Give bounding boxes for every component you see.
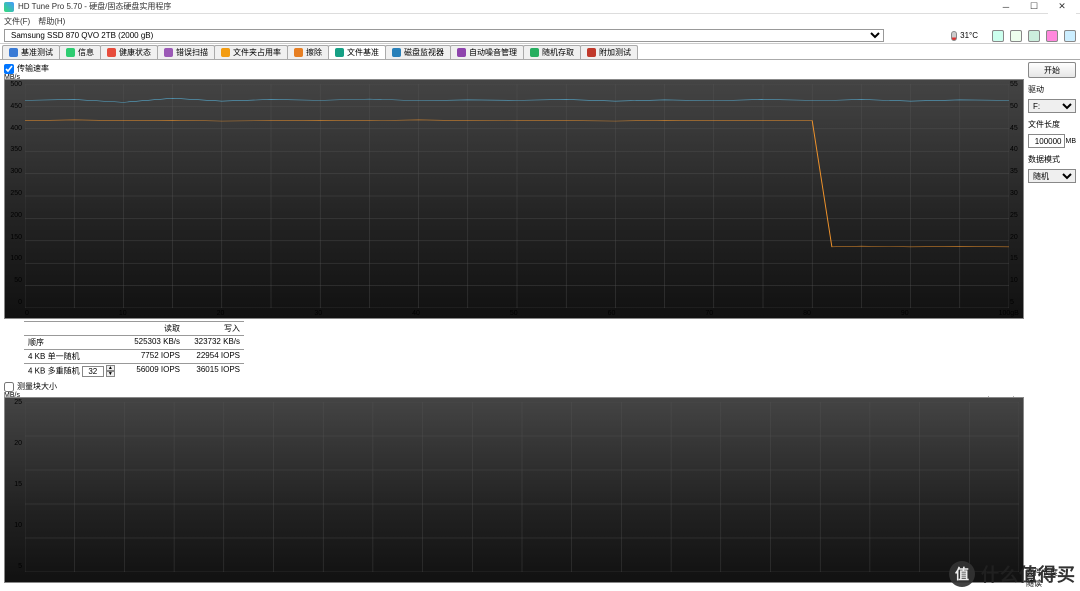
tab-errorscan[interactable]: 错误扫描 bbox=[157, 45, 215, 59]
gauge-icon bbox=[9, 48, 18, 57]
tab-diskmonitor[interactable]: 磁盘监视器 bbox=[385, 45, 451, 59]
file-icon bbox=[335, 48, 344, 57]
transfer-rate-label: 传输速率 bbox=[17, 63, 49, 74]
window-title: HD Tune Pro 5.70 - 硬盘/固态硬盘实用程序 bbox=[18, 1, 992, 12]
sound-icon bbox=[457, 48, 466, 57]
blocksize-chart: 252015105 bbox=[4, 397, 1024, 583]
row-4km-read: 56009 IOPS bbox=[124, 363, 184, 378]
transfer-rate-chart: 500450400350300250200150100500 555045403… bbox=[4, 79, 1024, 319]
maximize-button[interactable]: ☐ bbox=[1020, 0, 1048, 14]
side-panel: 开始 驱动 F: 文件长度 MB 数据模式 随机 bbox=[1028, 62, 1076, 589]
filelen-input[interactable] bbox=[1028, 134, 1065, 148]
erase-icon bbox=[294, 48, 303, 57]
save-icon[interactable] bbox=[1028, 30, 1040, 42]
thermometer-icon bbox=[951, 31, 957, 41]
pattern-label: 数据模式 bbox=[1028, 154, 1076, 165]
app-icon bbox=[4, 2, 14, 12]
bottom-right-info: 文件长度 随读 bbox=[1026, 567, 1074, 589]
toolbar: Samsung SSD 870 QVO 2TB (2000 gB) 31°C bbox=[0, 28, 1080, 44]
close-button[interactable]: ✕ bbox=[1048, 0, 1076, 14]
tab-filebenchmark[interactable]: 文件基准 bbox=[328, 45, 386, 59]
tabstrip: 基准测试 信息 健康状态 错误扫描 文件夹占用率 擦除 文件基准 磁盘监视器 自… bbox=[0, 44, 1080, 60]
temperature-chip: 31°C bbox=[951, 31, 978, 41]
blocksize-checkbox-row[interactable]: 测量块大小 bbox=[4, 380, 1024, 393]
camera-icon[interactable] bbox=[1010, 30, 1022, 42]
col-read: 读取 bbox=[124, 321, 184, 335]
queue-depth-stepper[interactable]: ▲▼ bbox=[82, 365, 115, 377]
tab-extra[interactable]: 附加测试 bbox=[580, 45, 638, 59]
spin-down[interactable]: ▼ bbox=[106, 371, 115, 377]
temperature-value: 31°C bbox=[960, 31, 978, 40]
y-axis-left: 500450400350300250200150100500 bbox=[4, 80, 24, 306]
exit-icon[interactable] bbox=[1064, 30, 1076, 42]
transfer-rate-checkbox-row[interactable]: 传输速率 bbox=[4, 62, 1024, 75]
filelen-label: 文件长度 bbox=[1028, 119, 1076, 130]
start-button[interactable]: 开始 bbox=[1028, 62, 1076, 78]
plus-icon bbox=[587, 48, 596, 57]
menubar: 文件(F) 帮助(H) bbox=[0, 14, 1080, 28]
heart-icon bbox=[107, 48, 116, 57]
row-seq-label: 顺序 bbox=[24, 335, 124, 349]
titlebar: HD Tune Pro 5.70 - 硬盘/固态硬盘实用程序 ─ ☐ ✕ bbox=[0, 0, 1080, 14]
tab-randomaccess[interactable]: 随机存取 bbox=[523, 45, 581, 59]
col-write: 写入 bbox=[184, 321, 244, 335]
queue-depth-input[interactable] bbox=[82, 366, 104, 377]
chart-svg bbox=[25, 84, 1009, 308]
tab-erase[interactable]: 擦除 bbox=[287, 45, 329, 59]
tab-folderusage[interactable]: 文件夹占用率 bbox=[214, 45, 288, 59]
gear-icon[interactable] bbox=[1046, 30, 1058, 42]
blocksize-checkbox[interactable] bbox=[4, 382, 14, 392]
row-4k1-write: 22954 IOPS bbox=[184, 349, 244, 363]
tab-info[interactable]: 信息 bbox=[59, 45, 101, 59]
tab-benchmark[interactable]: 基准测试 bbox=[2, 45, 60, 59]
monitor-icon bbox=[392, 48, 401, 57]
row-4k1-read: 7752 IOPS bbox=[124, 349, 184, 363]
menu-file[interactable]: 文件(F) bbox=[4, 16, 30, 27]
drive-select[interactable]: Samsung SSD 870 QVO 2TB (2000 gB) bbox=[4, 29, 884, 42]
filelen-unit: MB bbox=[1066, 138, 1077, 145]
row-4km-label: 4 KB 多重随机 ▲▼ bbox=[24, 363, 124, 378]
y-axis-left-2: 252015105 bbox=[4, 398, 24, 570]
row-seq-read: 525303 KB/s bbox=[124, 335, 184, 349]
blocksize-label: 测量块大小 bbox=[17, 381, 57, 392]
drive-letter-select[interactable]: F: bbox=[1028, 99, 1076, 113]
random-icon bbox=[530, 48, 539, 57]
info-icon bbox=[66, 48, 75, 57]
tab-health[interactable]: 健康状态 bbox=[100, 45, 158, 59]
copy-icon[interactable] bbox=[992, 30, 1004, 42]
results-table: 读取 写入 顺序 525303 KB/s 323732 KB/s 4 KB 单一… bbox=[24, 321, 1024, 378]
row-seq-write: 323732 KB/s bbox=[184, 335, 244, 349]
y-axis-right: 555045403530252015105 bbox=[1008, 80, 1024, 306]
transfer-rate-checkbox[interactable] bbox=[4, 64, 14, 74]
tab-aam[interactable]: 自动噪音管理 bbox=[450, 45, 524, 59]
x-axis: 0102030405060708090100gB bbox=[25, 310, 1019, 320]
drive-label: 驱动 bbox=[1028, 84, 1076, 95]
pattern-select[interactable]: 随机 bbox=[1028, 169, 1076, 183]
minimize-button[interactable]: ─ bbox=[992, 0, 1020, 14]
chart-svg-2 bbox=[25, 402, 1019, 572]
row-4km-write: 36015 IOPS bbox=[184, 363, 244, 378]
row-4k1-label: 4 KB 单一随机 bbox=[24, 349, 124, 363]
menu-help[interactable]: 帮助(H) bbox=[38, 16, 65, 27]
scan-icon bbox=[164, 48, 173, 57]
folder-icon bbox=[221, 48, 230, 57]
